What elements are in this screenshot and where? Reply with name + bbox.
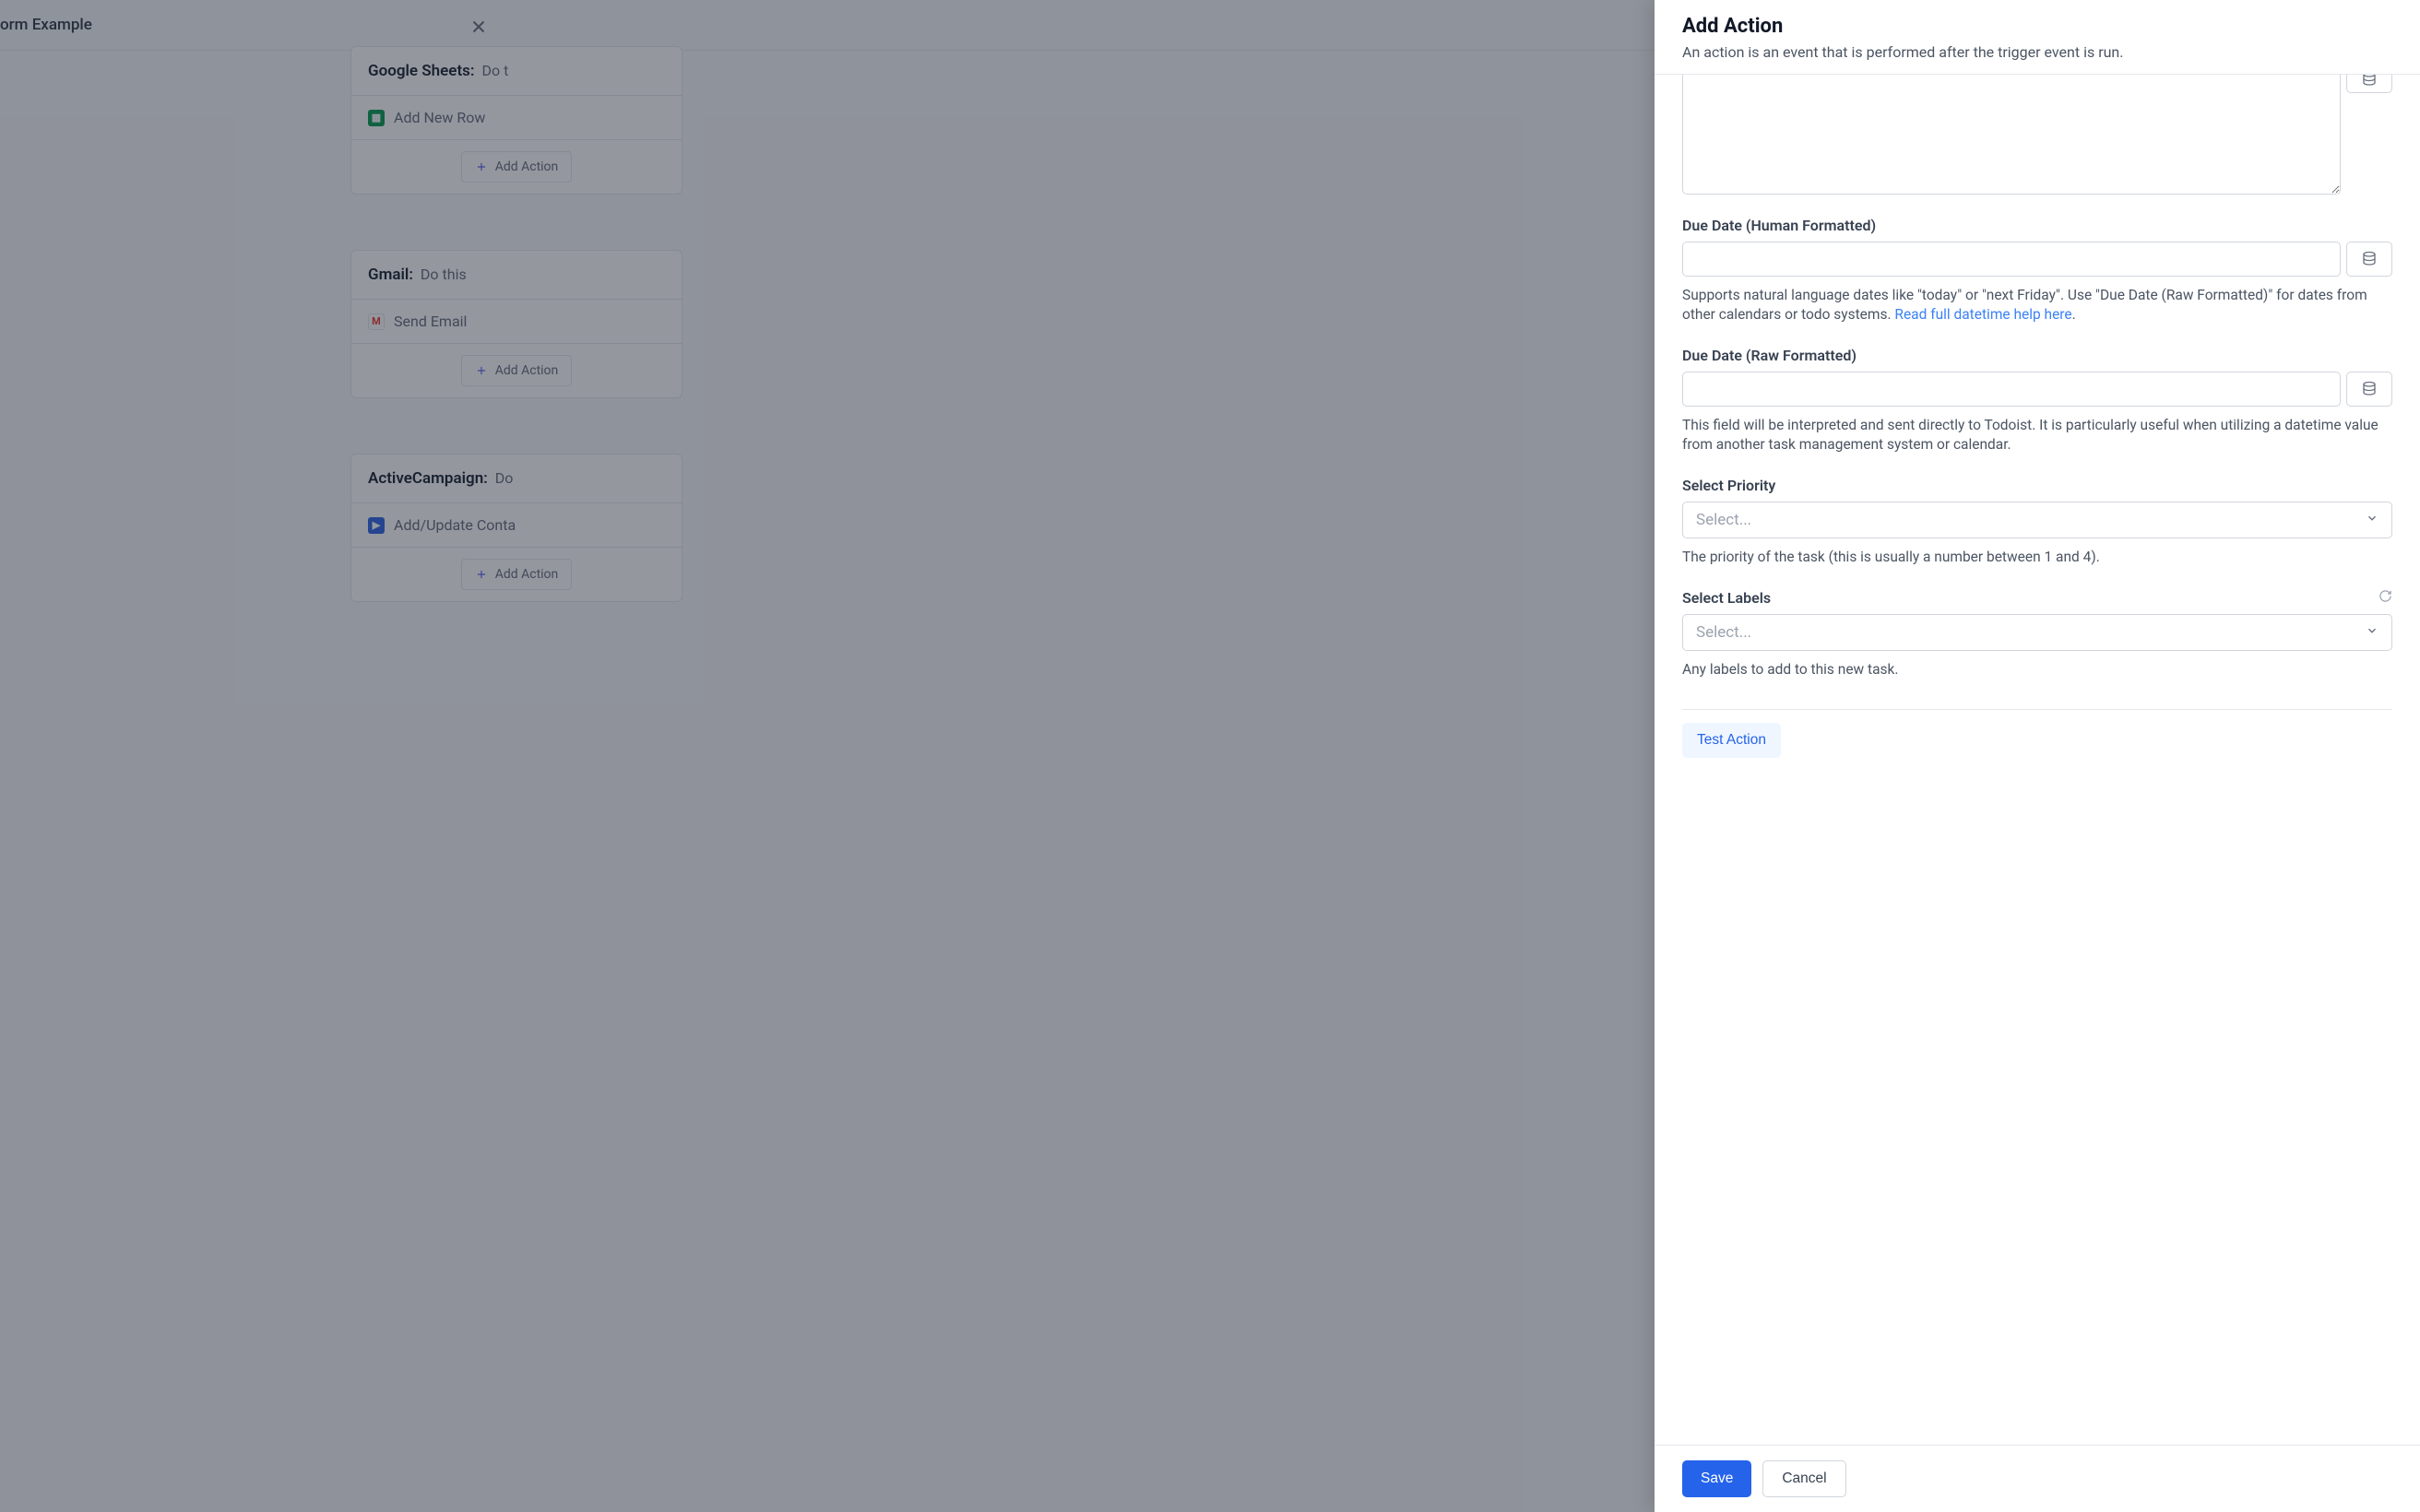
field-help-text: This field will be interpreted and sent … — [1682, 416, 2392, 455]
panel-title: Add Action — [1682, 15, 2392, 38]
database-icon — [2361, 381, 2378, 397]
cancel-button[interactable]: Cancel — [1762, 1460, 1845, 1497]
field-priority: Select Priority Select... The priority o… — [1682, 477, 2392, 567]
chevron-down-icon — [2366, 511, 2378, 528]
database-icon — [2361, 75, 2378, 88]
field-labels: Select Labels Select... Any labels to ad… — [1682, 589, 2392, 679]
task-content-textarea[interactable] — [1682, 75, 2341, 195]
field-help-text: Supports natural language dates like "to… — [1682, 286, 2392, 325]
labels-select[interactable]: Select... — [1682, 614, 2392, 651]
field-due-date-human: Due Date (Human Formatted) Supports natu… — [1682, 217, 2392, 325]
field-due-date-raw: Due Date (Raw Formatted) This field will… — [1682, 347, 2392, 455]
panel-body: Due Date (Human Formatted) Supports natu… — [1655, 75, 2420, 1445]
field-help-text: The priority of the task (this is usuall… — [1682, 548, 2392, 567]
due-date-raw-input[interactable] — [1682, 372, 2341, 407]
insert-data-button[interactable] — [2346, 242, 2392, 277]
insert-data-button[interactable] — [2346, 75, 2392, 93]
chevron-down-icon — [2366, 623, 2378, 641]
select-placeholder: Select... — [1696, 511, 1751, 529]
panel-footer: Save Cancel — [1655, 1445, 2420, 1512]
field-help-text: Any labels to add to this new task. — [1682, 660, 2392, 679]
test-action-button[interactable]: Test Action — [1682, 723, 1781, 758]
test-action-row: Test Action — [1682, 710, 2392, 758]
refresh-icon[interactable] — [2378, 589, 2392, 607]
field-label: Due Date (Raw Formatted) — [1682, 347, 1857, 364]
save-button[interactable]: Save — [1682, 1460, 1751, 1497]
insert-data-button[interactable] — [2346, 372, 2392, 407]
select-placeholder: Select... — [1696, 623, 1751, 642]
field-label: Select Priority — [1682, 477, 1775, 494]
add-action-panel: Add Action An action is an event that is… — [1655, 0, 2420, 1512]
field-label: Due Date (Human Formatted) — [1682, 217, 1876, 234]
field-label: Select Labels — [1682, 589, 1771, 607]
datetime-help-link[interactable]: Read full datetime help here — [1894, 306, 2071, 323]
priority-select[interactable]: Select... — [1682, 502, 2392, 538]
panel-description: An action is an event that is performed … — [1682, 43, 2392, 61]
database-icon — [2361, 251, 2378, 267]
due-date-human-input[interactable] — [1682, 242, 2341, 277]
panel-header: Add Action An action is an event that is… — [1655, 0, 2420, 75]
